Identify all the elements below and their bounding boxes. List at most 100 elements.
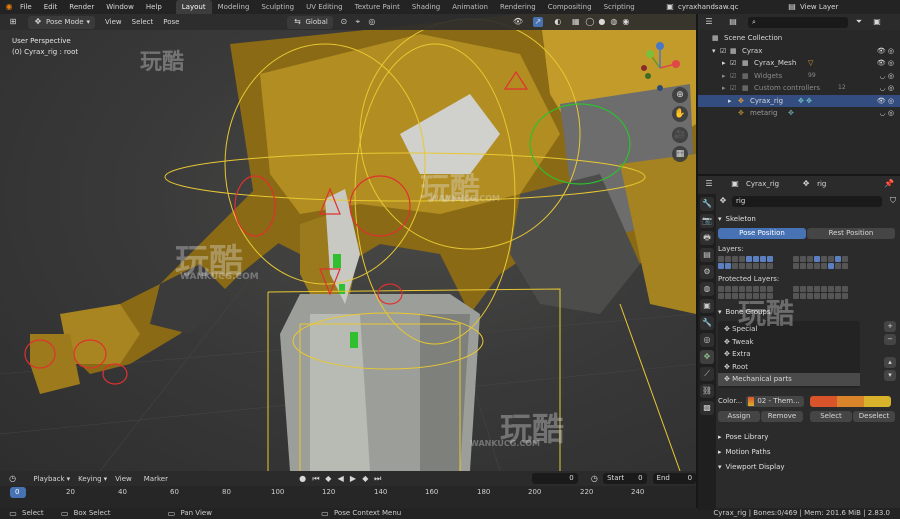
chevron-down-icon[interactable]: ▾ — [884, 370, 896, 381]
datablock-field[interactable]: rig — [732, 195, 882, 207]
expand-arrow-icon[interactable]: ▾ — [712, 45, 716, 58]
armature-data-tab-icon[interactable]: ✥ — [700, 350, 714, 364]
current-frame-field[interactable]: 0 — [532, 473, 578, 484]
checkbox-icon[interactable]: ☑ — [730, 70, 736, 83]
outliner-row-cyrax[interactable]: ▾ ☑ ▦ Cyrax 👁 ◎ — [698, 45, 900, 58]
bone-tab-icon[interactable]: ⟋ — [700, 367, 714, 381]
list-item[interactable]: ✥ Tweak — [718, 336, 860, 349]
tab-texture-paint[interactable]: Texture Paint — [349, 0, 406, 14]
outliner-editor-icon[interactable]: ☰ — [704, 17, 714, 27]
bone-groups-panel-header[interactable]: ▾ Bone Groups — [718, 305, 900, 319]
menu-edit[interactable]: Edit — [38, 0, 64, 14]
pan-hand-icon[interactable]: ✋ — [672, 106, 688, 122]
eye-closed-icon[interactable]: ◡ ◎ — [880, 107, 894, 120]
menu-select[interactable]: Select — [132, 18, 154, 26]
color-swatch[interactable] — [810, 395, 838, 407]
world-tab-icon[interactable]: ◍ — [700, 282, 714, 296]
add-icon[interactable]: + — [884, 321, 896, 332]
properties-editor-icon[interactable]: ☰ — [704, 179, 714, 189]
next-key-icon[interactable]: ◆ — [361, 474, 370, 484]
list-item[interactable]: ✥ Extra — [718, 348, 860, 361]
chevron-up-icon[interactable]: ▴ — [884, 357, 896, 368]
tab-modeling[interactable]: Modeling — [212, 0, 256, 14]
z-axis-handle[interactable] — [656, 42, 664, 50]
tab-rendering[interactable]: Rendering — [494, 0, 542, 14]
texture-tab-icon[interactable]: ▩ — [700, 401, 714, 415]
output-tab-icon[interactable]: 🖶 — [700, 231, 714, 245]
display-mode-icon[interactable]: ▤ — [728, 17, 738, 27]
list-item[interactable]: ✥ Root — [718, 361, 860, 374]
scene-icon[interactable]: ▣ — [665, 2, 675, 12]
new-collection-icon[interactable]: ▣ — [872, 17, 882, 27]
menu-view[interactable]: View — [115, 475, 132, 483]
eye-icon[interactable]: 👁 ◎ — [877, 95, 894, 108]
xray-icon[interactable]: ▦ — [571, 17, 581, 27]
jump-start-icon[interactable]: ⏮ — [311, 474, 320, 484]
bone-constraint-tab-icon[interactable]: ⛓ — [700, 384, 714, 398]
prev-key-icon[interactable]: ◆ — [324, 474, 333, 484]
motion-paths-panel-header[interactable]: ▸ Motion Paths — [718, 445, 900, 459]
layer-block[interactable] — [718, 256, 773, 269]
view-layer-icon[interactable]: ▤ — [787, 2, 797, 12]
record-icon[interactable]: ● — [298, 474, 307, 484]
outliner-row-cyrax-rig[interactable]: ▸ ✥ Cyrax_rig ✥ ✥ 👁 ◎ — [698, 94, 900, 108]
deselect-button[interactable]: Deselect — [853, 410, 895, 422]
expand-arrow-icon[interactable]: ▸ — [722, 70, 726, 83]
tab-uv-editing[interactable]: UV Editing — [300, 0, 349, 14]
expand-arrow-icon[interactable]: ▸ — [722, 82, 726, 95]
snap-icon[interactable]: ⌖ — [353, 17, 363, 27]
eye-icon[interactable]: 👁 ◎ — [877, 57, 894, 70]
pin-icon[interactable]: 📌 — [884, 179, 894, 189]
frame-ruler[interactable]: 0 20 40 60 80 100 120 140 160 180 200 22… — [0, 486, 696, 500]
outliner-search-field[interactable]: ⌕ — [748, 16, 848, 28]
checkbox-icon[interactable]: ☑ — [720, 45, 726, 58]
layers-grid[interactable] — [718, 256, 900, 269]
layer-block[interactable] — [793, 256, 848, 269]
menu-playback[interactable]: Playback — [33, 475, 64, 483]
view-layer-name[interactable]: View Layer — [800, 3, 838, 11]
color-set-dropdown[interactable]: 02 - Them... — [746, 395, 805, 407]
data-name[interactable]: rig — [817, 180, 826, 188]
end-frame-field[interactable]: End 0 — [652, 473, 697, 484]
fake-user-shield-icon[interactable]: ⛉ — [888, 196, 898, 206]
remove-button[interactable]: Remove — [761, 410, 803, 422]
menu-view[interactable]: View — [105, 18, 122, 26]
list-item[interactable]: ✥ Special — [718, 323, 860, 336]
x-axis-handle[interactable] — [672, 60, 680, 68]
menu-help[interactable]: Help — [140, 0, 168, 14]
outliner-row-metarig[interactable]: ✥ metarig ✥ ◡ ◎ — [698, 107, 900, 120]
eye-closed-icon[interactable]: ◡ ◎ — [880, 70, 894, 83]
visibility-icon[interactable]: 👁 — [513, 17, 523, 27]
view-layer-tab-icon[interactable]: ▤ — [700, 248, 714, 262]
shading-solid-icon[interactable]: ● — [597, 17, 607, 27]
menu-keying[interactable]: Keying — [78, 475, 102, 483]
ortho-grid-icon[interactable]: ▦ — [672, 146, 688, 162]
shading-wire-icon[interactable]: ◯ — [585, 17, 595, 27]
object-tab-icon[interactable]: ▣ — [700, 299, 714, 313]
eye-closed-icon[interactable]: ◡ ◎ — [880, 82, 894, 95]
shading-rendered-icon[interactable]: ◉ — [621, 17, 631, 27]
filter-icon[interactable]: ⏷ — [854, 17, 864, 27]
mode-selector[interactable]: ✥ Pose Mode ▾ — [28, 15, 96, 29]
modifier-tab-icon[interactable]: 🔧 — [700, 316, 714, 330]
proportional-edit-icon[interactable]: ◎ — [367, 17, 377, 27]
3d-viewport[interactable]: 玩酷 WANKUCG.COM 玩酷 WANKUCG.COM 玩酷 WANKUCG… — [0, 14, 696, 471]
render-tab-icon[interactable]: 📷 — [700, 214, 714, 228]
blender-logo-icon[interactable]: ◉ — [4, 2, 14, 12]
layer-block[interactable] — [793, 286, 848, 299]
zoom-icon[interactable]: ⊕ — [672, 87, 688, 103]
tab-shading[interactable]: Shading — [406, 0, 446, 14]
physics-tab-icon[interactable]: ◎ — [700, 333, 714, 347]
layer-block[interactable] — [718, 286, 773, 299]
outliner-row-cyrax-mesh[interactable]: ▸ ☑ ▦ Cyrax_Mesh ▽ 👁 ◎ — [698, 57, 900, 70]
tab-layout[interactable]: Layout — [175, 0, 212, 14]
timeline-editor-icon[interactable]: ◷ — [8, 474, 17, 484]
remove-icon[interactable]: − — [884, 334, 896, 345]
start-frame-field[interactable]: Start 0 — [603, 473, 647, 484]
file-name[interactable]: cyraxhandsaw.qc — [678, 3, 738, 11]
camera-icon[interactable]: 🎥 — [672, 127, 688, 143]
object-name[interactable]: Cyrax_rig — [746, 180, 779, 188]
shading-material-icon[interactable]: ◍ — [609, 17, 619, 27]
select-button[interactable]: Select — [810, 410, 852, 422]
menu-window[interactable]: Window — [100, 0, 140, 14]
